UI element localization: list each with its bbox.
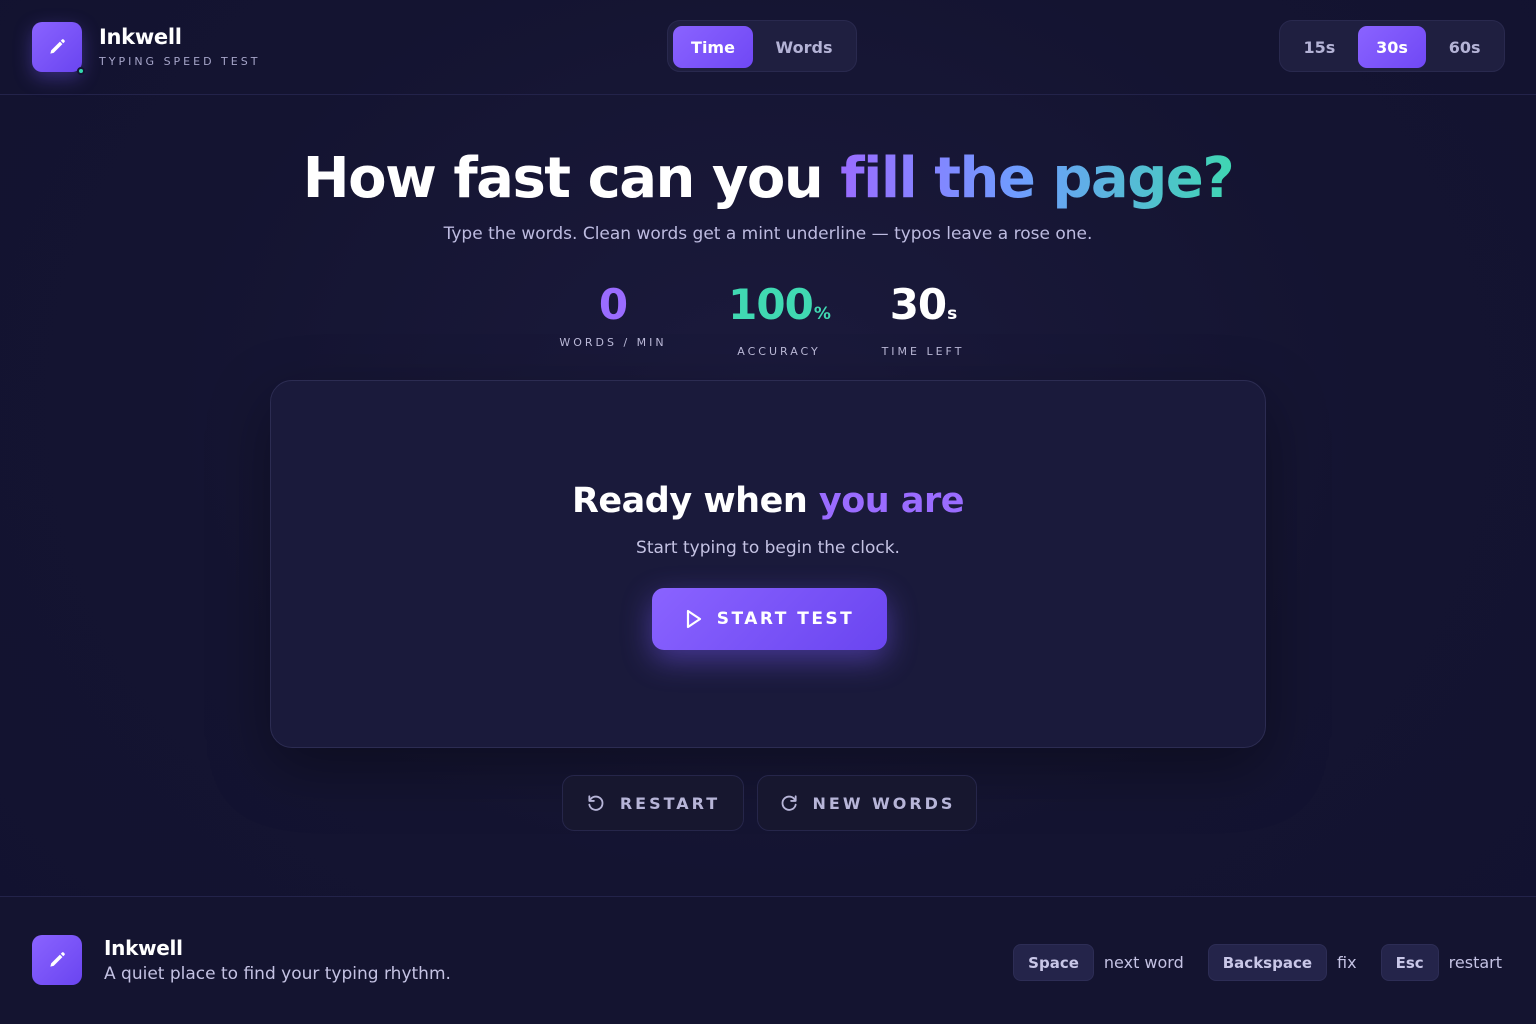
tab-time[interactable]: Time <box>673 26 753 68</box>
start-test-label: START TEST <box>716 609 855 629</box>
play-icon <box>686 609 701 629</box>
duration-30s[interactable]: 30s <box>1357 26 1427 68</box>
time-left-unit: s <box>947 304 957 324</box>
brand-name: Inkwell <box>99 25 182 50</box>
brand-tagline: TYPING SPEED TEST <box>99 54 261 68</box>
duration-60s[interactable]: 60s <box>1430 26 1499 68</box>
ready-title: Ready when you are <box>271 481 1265 521</box>
shortcut-key-backspace: Backspace <box>1207 944 1328 981</box>
tab-words[interactable]: Words <box>757 26 851 68</box>
footer: Inkwell A quiet place to find your typin… <box>0 896 1536 1024</box>
page-subtitle: Type the words. Clean words get a mint u… <box>443 224 1093 244</box>
stat-accuracy: 100% ACCURACY <box>717 280 841 358</box>
accuracy-value: 100 <box>728 280 814 329</box>
pencil-icon <box>50 952 65 967</box>
mode-toggle: Time Words <box>667 20 857 72</box>
stat-wpm: 0 WORDS / MIN <box>548 280 678 349</box>
title-accent: fill the page? <box>840 146 1234 211</box>
new-words-button[interactable]: NEW WORDS <box>757 775 977 831</box>
ready-subtitle: Start typing to begin the clock. <box>636 538 900 558</box>
keyboard-shortcuts: Space next word Backspace fix Esc restar… <box>1013 944 1502 981</box>
wpm-value: 0 <box>598 280 628 329</box>
footer-logo <box>32 935 82 985</box>
accuracy-unit: % <box>813 304 831 324</box>
start-test-button[interactable]: START TEST <box>652 588 887 650</box>
status-dot <box>77 67 85 75</box>
footer-brand: Inkwell A quiet place to find your typin… <box>32 935 451 985</box>
restart-icon <box>588 795 604 811</box>
wpm-label: WORDS / MIN <box>559 336 667 349</box>
footer-brand-name: Inkwell <box>104 936 183 960</box>
shortcut-hint-space: next word <box>1103 953 1184 972</box>
time-left-value: 30 <box>889 280 947 329</box>
shortcut-key-esc: Esc <box>1380 944 1439 981</box>
ready-title-accent: you are <box>818 481 965 521</box>
title-plain: How fast can you <box>302 146 841 211</box>
duration-toggle: 15s 30s 60s <box>1279 20 1505 72</box>
brand[interactable]: Inkwell TYPING SPEED TEST <box>32 22 261 75</box>
restart-button[interactable]: RESTART <box>562 775 744 831</box>
shortcut-hint-esc: restart <box>1448 953 1502 972</box>
page-title: How fast can you fill the page? <box>0 146 1536 211</box>
top-bar: Inkwell TYPING SPEED TEST Time Words 15s… <box>0 0 1536 95</box>
new-words-label: NEW WORDS <box>812 793 956 813</box>
pencil-icon <box>50 39 65 54</box>
logo <box>32 22 85 75</box>
restart-label: RESTART <box>619 793 721 813</box>
refresh-icon <box>781 795 797 811</box>
footer-tagline: A quiet place to find your typing rhythm… <box>104 964 451 984</box>
time-left-label: TIME LEFT <box>881 345 965 358</box>
accuracy-label: ACCURACY <box>737 345 821 358</box>
ready-title-plain: Ready when <box>571 481 819 521</box>
typing-panel[interactable]: Ready when you are Start typing to begin… <box>270 380 1266 748</box>
duration-15s[interactable]: 15s <box>1285 26 1354 68</box>
shortcut-hint-backspace: fix <box>1337 953 1357 972</box>
stat-time-left: 30s TIME LEFT <box>872 280 974 358</box>
shortcut-key-space: Space <box>1013 944 1094 981</box>
